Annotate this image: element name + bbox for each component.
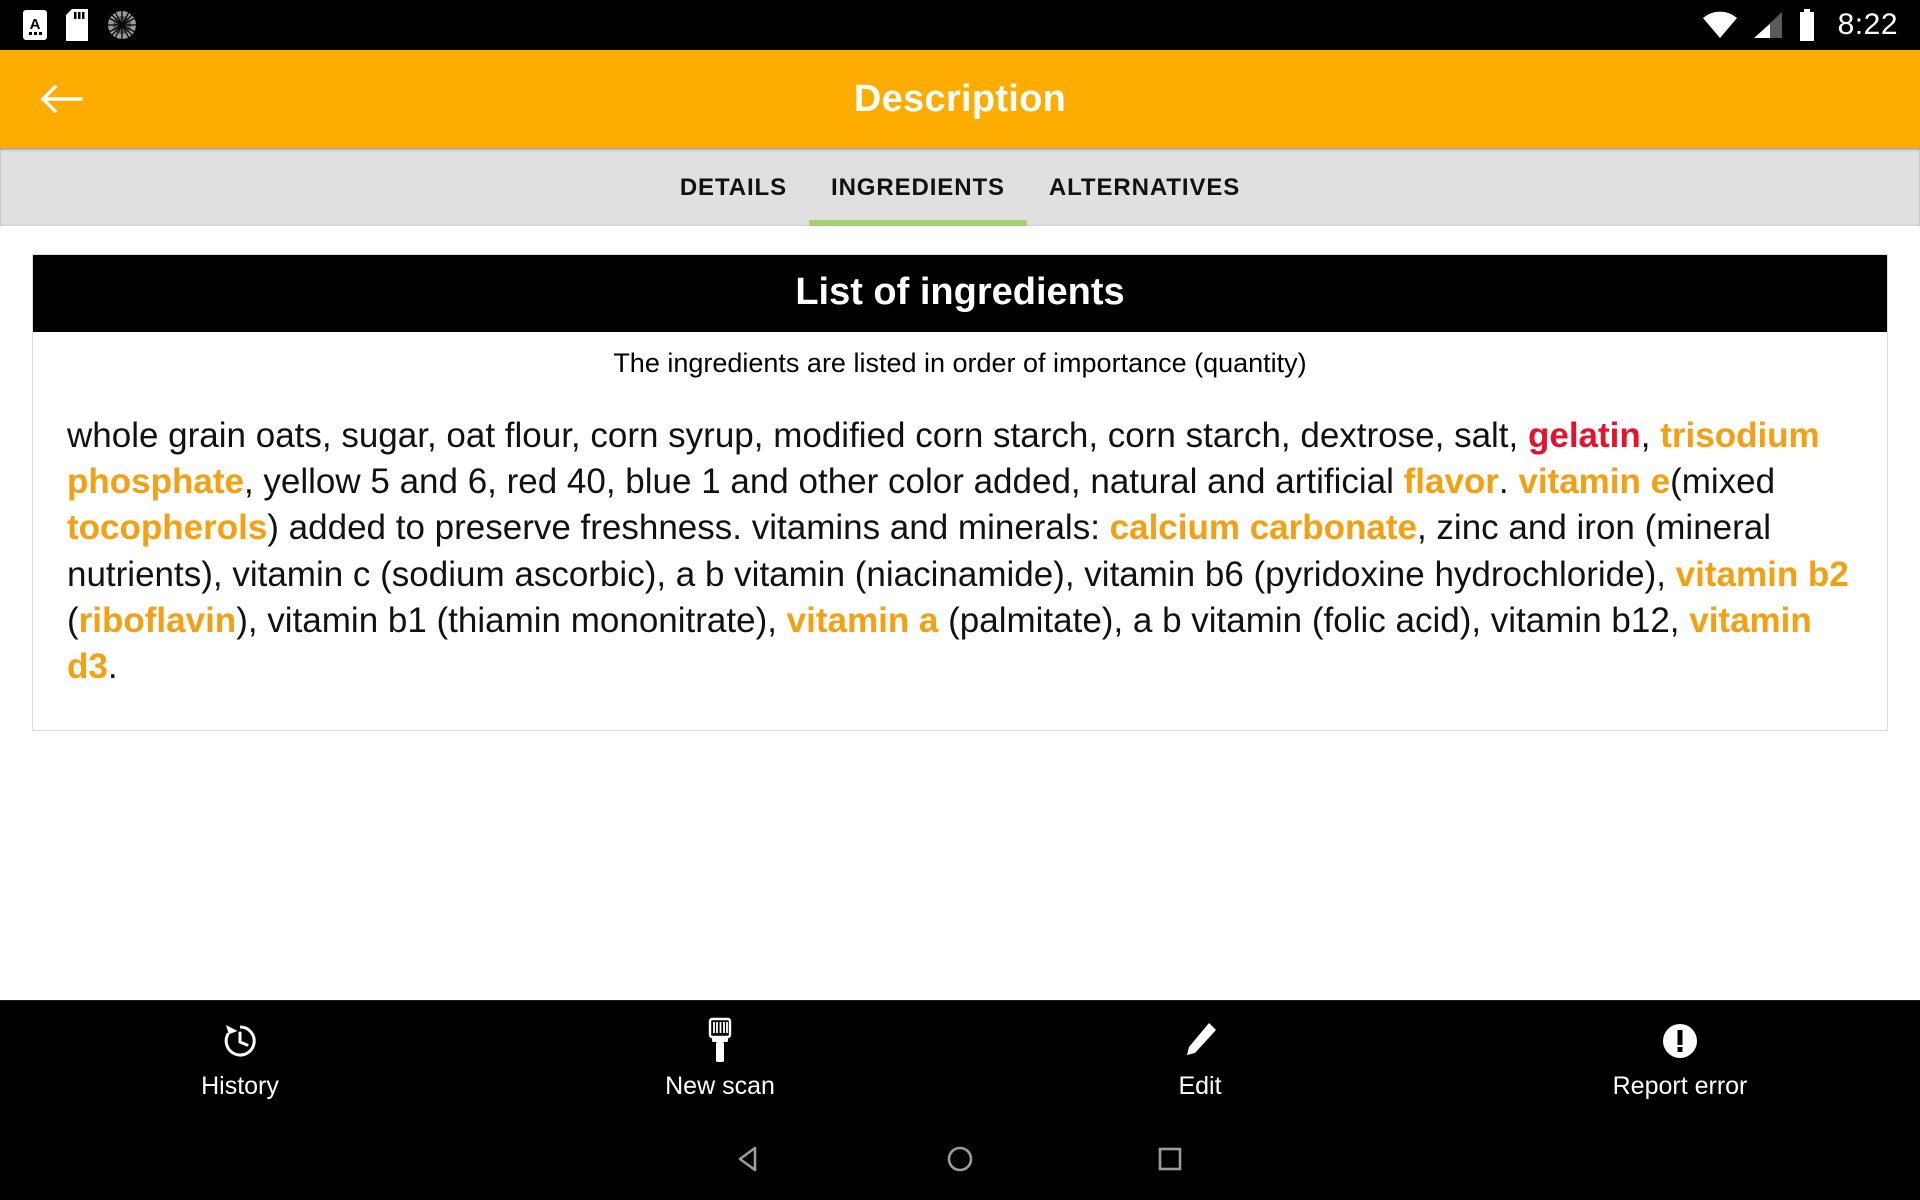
ingredient-highlight-orange: tocopherols (67, 508, 268, 548)
arrow-left-icon (40, 84, 83, 114)
content-area: List of ingredients The ingredients are … (0, 226, 1920, 1000)
tab-alternatives[interactable]: ALTERNATIVES (1027, 148, 1262, 226)
nav-item-history[interactable]: History (0, 1001, 480, 1118)
pencil-icon (1179, 1018, 1221, 1064)
nav-item-new-scan[interactable]: New scan (480, 1001, 960, 1118)
cellular-signal-icon (1753, 12, 1782, 38)
app-root: A 8:22 Description DETAILS INGREDIENTS A… (0, 0, 1920, 1200)
ingredients-card-subtitle: The ingredients are listed in order of i… (613, 348, 1307, 378)
ingredient-highlight-orange: vitamin e (1518, 462, 1671, 502)
ingredient-text-segment: (mixed (1670, 462, 1776, 502)
ingredients-card: List of ingredients The ingredients are … (32, 254, 1888, 732)
ingredient-highlight-orange: riboflavin (78, 600, 237, 640)
status-bar-clock: 8:22 (1837, 8, 1898, 41)
nav-item-edit[interactable]: Edit (960, 1001, 1440, 1118)
ingredient-text-segment: ) added to preserve freshness. vitamins … (267, 508, 1110, 548)
ingredients-list-text: whole grain oats, sugar, oat flour, corn… (33, 389, 1887, 730)
ingredient-highlight-orange: vitamin b2 (1675, 554, 1849, 594)
history-clock-icon (218, 1018, 262, 1064)
tab-details-label: DETAILS (679, 174, 787, 201)
android-navigation-bar (0, 1118, 1920, 1200)
status-bar-right-icons: 8:22 (1702, 8, 1898, 42)
tab-ingredients[interactable]: INGREDIENTS (809, 148, 1027, 226)
tab-ingredients-label: INGREDIENTS (831, 174, 1005, 201)
ingredient-text-segment: ( (67, 600, 79, 640)
a-badge-icon: A (23, 10, 47, 40)
back-button[interactable] (34, 71, 90, 127)
nav-item-report-error[interactable]: Report error (1440, 1001, 1920, 1118)
bottom-navigation: History New scan Edit Report error (0, 1000, 1920, 1118)
ingredient-highlight-orange: calcium carbonate (1109, 508, 1417, 548)
square-recents-icon (1158, 1147, 1182, 1171)
nav-item-report-error-label: Report error (1612, 1072, 1748, 1100)
app-bar: Description (0, 50, 1920, 148)
ingredient-highlight-red: gelatin (1527, 416, 1641, 455)
wifi-icon (1702, 11, 1737, 38)
ingredient-text-segment: whole grain oats, sugar, oat flour, corn… (67, 416, 1528, 455)
triangle-back-icon (738, 1146, 757, 1172)
ingredient-text-segment: (palmitate), a b vitamin (folic acid), v… (938, 600, 1690, 640)
status-bar-left-icons: A (22, 9, 138, 41)
ingredient-text-segment: , (1640, 416, 1661, 455)
tab-details[interactable]: DETAILS (658, 148, 809, 226)
ingredients-card-header: List of ingredients (33, 255, 1887, 332)
tab-alternatives-label: ALTERNATIVES (1048, 174, 1241, 201)
android-recents-button[interactable] (1065, 1142, 1275, 1176)
tab-bar: DETAILS INGREDIENTS ALTERNATIVES (0, 148, 1920, 226)
battery-icon (1799, 9, 1814, 41)
ingredient-text-segment: . (107, 646, 118, 686)
sd-card-icon (66, 9, 88, 41)
android-home-button[interactable] (855, 1142, 1065, 1176)
svg-text:A: A (30, 16, 41, 33)
android-back-button[interactable] (645, 1142, 855, 1176)
error-exclamation-icon (1659, 1018, 1701, 1064)
android-status-bar: A 8:22 (0, 0, 1920, 50)
ingredient-highlight-orange: flavor (1403, 462, 1499, 502)
nav-item-new-scan-label: New scan (665, 1072, 775, 1100)
ingredient-text-segment: . (1498, 462, 1519, 502)
sunburst-icon (108, 11, 136, 39)
ingredient-highlight-orange: vitamin a (786, 600, 939, 640)
nav-item-edit-label: Edit (1178, 1072, 1222, 1100)
ingredient-text-segment: , yellow 5 and 6, red 40, blue 1 and oth… (243, 462, 1404, 502)
nav-item-history-label: History (201, 1072, 279, 1100)
ingredient-text-segment: ), vitamin b1 (thiamin mononitrate), (236, 600, 787, 640)
circle-home-icon (947, 1146, 973, 1172)
barcode-scanner-icon (698, 1017, 742, 1064)
page-title: Description (853, 77, 1067, 120)
